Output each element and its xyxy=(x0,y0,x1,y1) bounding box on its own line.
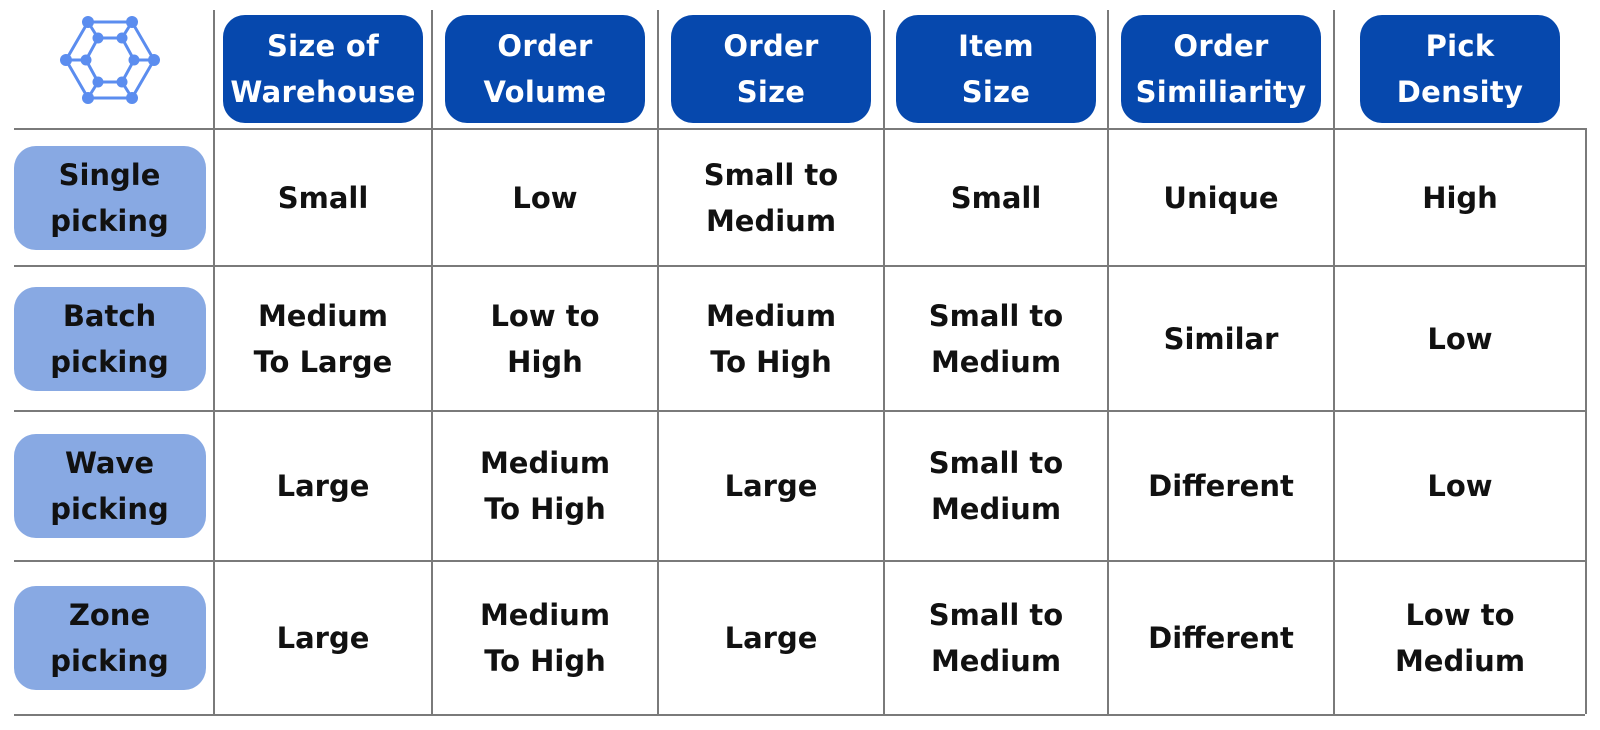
cell-value: High xyxy=(1422,180,1498,215)
cell-value: Large xyxy=(276,621,370,655)
column-header-pill: Size of Warehouse xyxy=(223,15,423,123)
cell-value: Low xyxy=(1427,469,1493,503)
table-cell: Low to High xyxy=(433,267,657,410)
column-header-pill: Order Similiarity xyxy=(1121,15,1321,123)
cell-value: Low xyxy=(512,180,578,215)
table-cell: Small to Medium xyxy=(885,267,1107,410)
column-header-pill: Pick Density xyxy=(1360,15,1560,123)
hexagon-network-icon xyxy=(60,16,160,104)
cell-value: Medium To High xyxy=(479,446,611,526)
table-cell: High xyxy=(1335,130,1585,265)
cell-value: Medium To Large xyxy=(253,298,393,379)
table-cell: Unique xyxy=(1109,130,1333,265)
row-header-pill: Wave picking xyxy=(13,434,206,538)
picking-methods-table: Size of Warehouse Order Volume Order Size I… xyxy=(13,10,1587,716)
column-header-pill: Item Size xyxy=(896,15,1096,123)
table-cell: Medium To Large xyxy=(215,267,431,410)
table-cell: Small xyxy=(215,130,431,265)
column-header-cell: Order Volume xyxy=(433,10,657,128)
column-header-pill: Order Volume xyxy=(445,15,645,123)
cell-value: Unique xyxy=(1163,180,1279,215)
cell-value: Large xyxy=(724,621,818,655)
table-cell: Small to Medium xyxy=(885,412,1107,560)
cell-value: Small to Medium xyxy=(928,446,1064,526)
cell-value: Low to High xyxy=(490,298,600,379)
table-cell: Medium To High xyxy=(433,412,657,560)
table-cell: Low xyxy=(433,130,657,265)
cell-value: Small to Medium xyxy=(703,157,839,238)
column-header-cell: Size of Warehouse xyxy=(215,10,431,128)
table-cell: Large xyxy=(659,412,883,560)
table-cell: Different xyxy=(1109,412,1333,560)
cell-value: Low to Medium xyxy=(1394,598,1526,678)
cell-value: Small to Medium xyxy=(928,298,1064,379)
cell-value: Large xyxy=(724,469,818,503)
table-cell: Small xyxy=(885,130,1107,265)
table-cell: Medium To High xyxy=(433,562,657,714)
cell-value: Similar xyxy=(1163,321,1279,356)
table-cell: Low to Medium xyxy=(1335,562,1585,714)
row-header-pill: Batch picking xyxy=(13,286,206,391)
table-cell: Different xyxy=(1109,562,1333,714)
grid-vline xyxy=(1585,128,1587,714)
row-header-pill: Zone picking xyxy=(13,586,206,690)
row-header-cell: Zone picking xyxy=(10,562,209,714)
column-header-pill: Order Size xyxy=(671,15,871,123)
row-header-cell: Wave picking xyxy=(10,412,209,560)
column-header-cell: Order Size xyxy=(659,10,883,128)
row-header-pill: Single picking xyxy=(13,145,206,250)
table-cell: Large xyxy=(659,562,883,714)
table-cell: Large xyxy=(215,412,431,560)
cell-value: Low xyxy=(1427,321,1493,356)
row-header-cell: Batch picking xyxy=(10,267,209,410)
cell-value: Different xyxy=(1148,621,1294,655)
cell-value: Medium To High xyxy=(705,298,837,379)
column-header-cell: Pick Density xyxy=(1335,10,1585,128)
cell-value: Large xyxy=(276,469,370,503)
cell-value: Medium To High xyxy=(479,598,611,678)
table-cell: Low xyxy=(1335,267,1585,410)
cell-value: Small xyxy=(277,180,369,215)
column-header-cell: Item Size xyxy=(885,10,1107,128)
table-cell: Similar xyxy=(1109,267,1333,410)
table-cell: Small to Medium xyxy=(885,562,1107,714)
table-cell: Large xyxy=(215,562,431,714)
table-cell: Medium To High xyxy=(659,267,883,410)
grid-hline xyxy=(14,714,1585,716)
cell-value: Small xyxy=(950,180,1042,215)
table-cell: Small to Medium xyxy=(659,130,883,265)
cell-value: Small to Medium xyxy=(928,598,1064,678)
column-header-cell: Order Similiarity xyxy=(1109,10,1333,128)
row-header-cell: Single picking xyxy=(10,130,209,265)
cell-value: Different xyxy=(1148,469,1294,503)
table-cell: Low xyxy=(1335,412,1585,560)
